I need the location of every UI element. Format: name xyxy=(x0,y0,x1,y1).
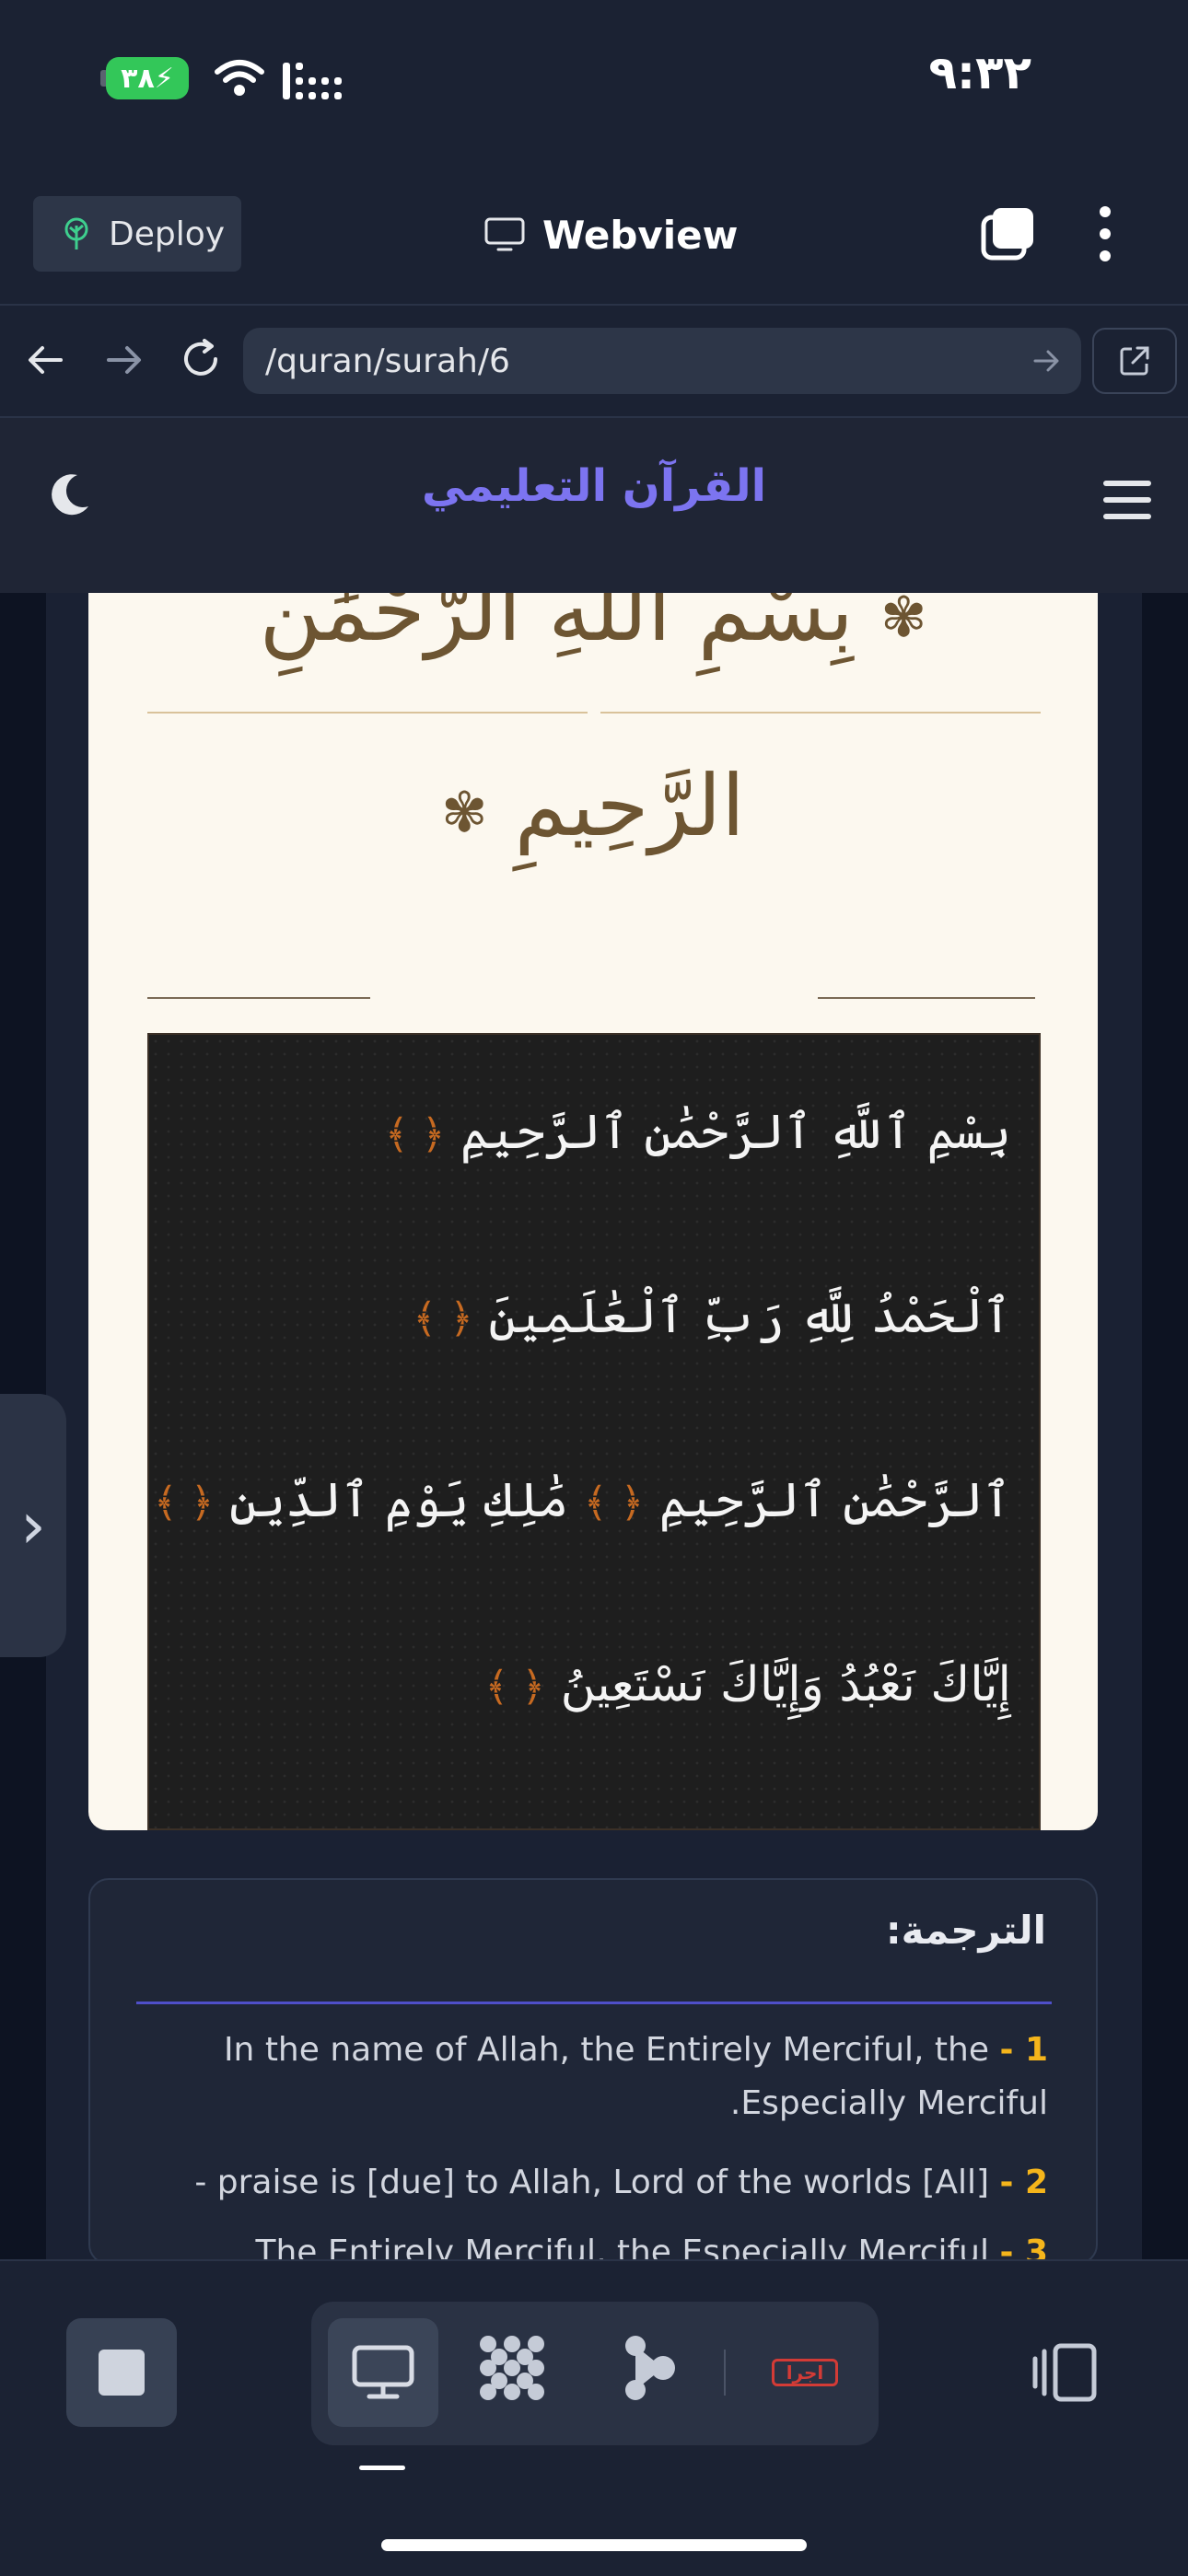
bismillah-top: ✾ بِسْمِ اللَّهِ الرَّحْمَٰنِ xyxy=(88,593,1098,681)
wifi-icon xyxy=(215,60,264,96)
bismillah-text: بِسْمِ اللَّهِ الرَّحْمَٰنِ xyxy=(259,593,854,660)
verse-line[interactable]: إِيَّاكَ نَعْبُدُ وَإِيَّاكَ نَسْتَعِينُ… xyxy=(173,1657,1039,1712)
home-indicator[interactable] xyxy=(381,2539,807,2551)
more-options-icon[interactable] xyxy=(1094,204,1116,263)
reload-icon[interactable] xyxy=(177,335,225,383)
go-arrow-icon[interactable] xyxy=(1030,344,1063,377)
verse-line[interactable]: ٱلرَّحْمَٰنِ ٱلرَّحِيمِ ﴿ ﴾ مَٰلِكِ يَوْ… xyxy=(154,1473,1039,1528)
app-title[interactable]: القرآن التعليمي xyxy=(295,460,893,512)
translation-line: 1 - In the name of Allah, the Entirely M… xyxy=(136,2024,1048,2077)
open-external-button[interactable] xyxy=(1092,328,1177,394)
page-gutter-right xyxy=(1142,593,1188,2259)
verse-text: مَٰلِكِ يَوْمِ ٱلدِّينِ xyxy=(229,1473,569,1528)
webview-title-text: Webview xyxy=(542,212,739,258)
monitor-icon xyxy=(352,2345,414,2399)
rahim-text: الرَّحِيمِ xyxy=(514,757,745,855)
run-badge-label: اجرا xyxy=(786,2361,824,2384)
verse-line[interactable]: بِسْمِ ٱللَّهِ ٱلرَّحْمَٰنِ ٱلرَّحِيمِ ﴿… xyxy=(173,1105,1039,1160)
status-time: ۹:۳۲ xyxy=(928,46,1031,99)
verse-end-marker: ﴿ ﴾ xyxy=(583,1479,645,1526)
chevron-right-icon: › xyxy=(20,1488,46,1563)
ornament-rule-left xyxy=(147,997,370,999)
moon-icon[interactable] xyxy=(50,471,92,517)
verse-text: بِسْمِ ٱللَّهِ ٱلرَّحْمَٰنِ ٱلرَّحِيمِ xyxy=(460,1105,1011,1160)
divider xyxy=(147,712,588,714)
translation-text: Especially Merciful. xyxy=(729,2084,1048,2122)
translation-line-cont: Especially Merciful. xyxy=(136,2077,1048,2130)
verse-end-marker: ﴿ ﴾ xyxy=(484,1664,546,1711)
side-panel-icon[interactable] xyxy=(1031,2342,1098,2403)
deploy-button[interactable]: Deploy xyxy=(33,196,241,272)
stop-button[interactable] xyxy=(66,2318,177,2427)
battery-level: ۳۸ xyxy=(121,62,155,95)
deploy-label: Deploy xyxy=(109,215,226,253)
rahim-line: الرَّحِيمِ ✾ xyxy=(88,757,1098,855)
menu-icon[interactable] xyxy=(1101,477,1153,523)
verse-ornament-icon: ✾ xyxy=(441,781,488,846)
verse-line[interactable]: ٱلْحَمْدُ لِلَّهِ رَبِّ ٱلْعَٰلَمِينَ ﴿ … xyxy=(173,1289,1039,1344)
active-view-indicator xyxy=(359,2466,405,2470)
verse-text: إِيَّاكَ نَعْبُدُ وَإِيَّاكَ نَسْتَعِينُ xyxy=(560,1657,1011,1712)
translation-line: 2 - praise is [due] to Allah, Lord of th… xyxy=(136,2156,1048,2210)
node-graph-icon[interactable] xyxy=(623,2331,678,2405)
external-link-icon xyxy=(1120,346,1149,376)
tabs-icon[interactable] xyxy=(978,204,1037,263)
translation-heading: الترجمة: xyxy=(885,1908,1046,1953)
signal-icon xyxy=(283,63,342,99)
stop-icon xyxy=(99,2350,145,2396)
tree-icon xyxy=(64,217,88,249)
verses-panel: بِسْمِ ٱللَّهِ ٱلرَّحْمَٰنِ ٱلرَّحِيمِ ﴿… xyxy=(147,1033,1041,1830)
ornament-rule-right xyxy=(818,997,1035,999)
side-drawer-tab[interactable]: › xyxy=(0,1394,66,1657)
back-arrow-icon[interactable] xyxy=(22,337,68,383)
battery-indicator: ۳۸ ⚡ xyxy=(106,57,189,99)
verse-end-marker: ﴿ ﴾ xyxy=(153,1479,215,1526)
verse-end-marker: ﴿ ﴾ xyxy=(413,1295,473,1342)
verse-text: ٱلرَّحْمَٰنِ ٱلرَّحِيمِ xyxy=(658,1473,1011,1528)
verse-number: 1 - xyxy=(999,2031,1048,2069)
translation-card: الترجمة: 1 - In the name of Allah, the E… xyxy=(88,1878,1098,2265)
switcher-separator xyxy=(724,2350,726,2396)
divider xyxy=(600,712,1041,714)
monitor-icon xyxy=(484,217,525,251)
verse-end-marker: ﴿ ﴾ xyxy=(384,1111,446,1158)
verse-number: 2 - xyxy=(999,2164,1048,2201)
url-input[interactable]: /quran/surah/6 xyxy=(243,328,1081,394)
forward-arrow-icon[interactable] xyxy=(101,337,147,383)
translation-text: In the name of Allah, the Entirely Merci… xyxy=(223,2031,989,2069)
verse-text: ٱلْحَمْدُ لِلَّهِ رَبِّ ٱلْعَٰلَمِينَ xyxy=(488,1289,1011,1344)
translation-text: praise is [due] to Allah, Lord of the wo… xyxy=(194,2164,989,2201)
translation-divider xyxy=(136,2002,1052,2004)
shell-grid-icon[interactable] xyxy=(475,2331,549,2405)
verse-ornament-icon: ✾ xyxy=(880,593,927,651)
webview-title: Webview xyxy=(483,204,738,265)
desktop-view-button[interactable] xyxy=(328,2318,438,2427)
